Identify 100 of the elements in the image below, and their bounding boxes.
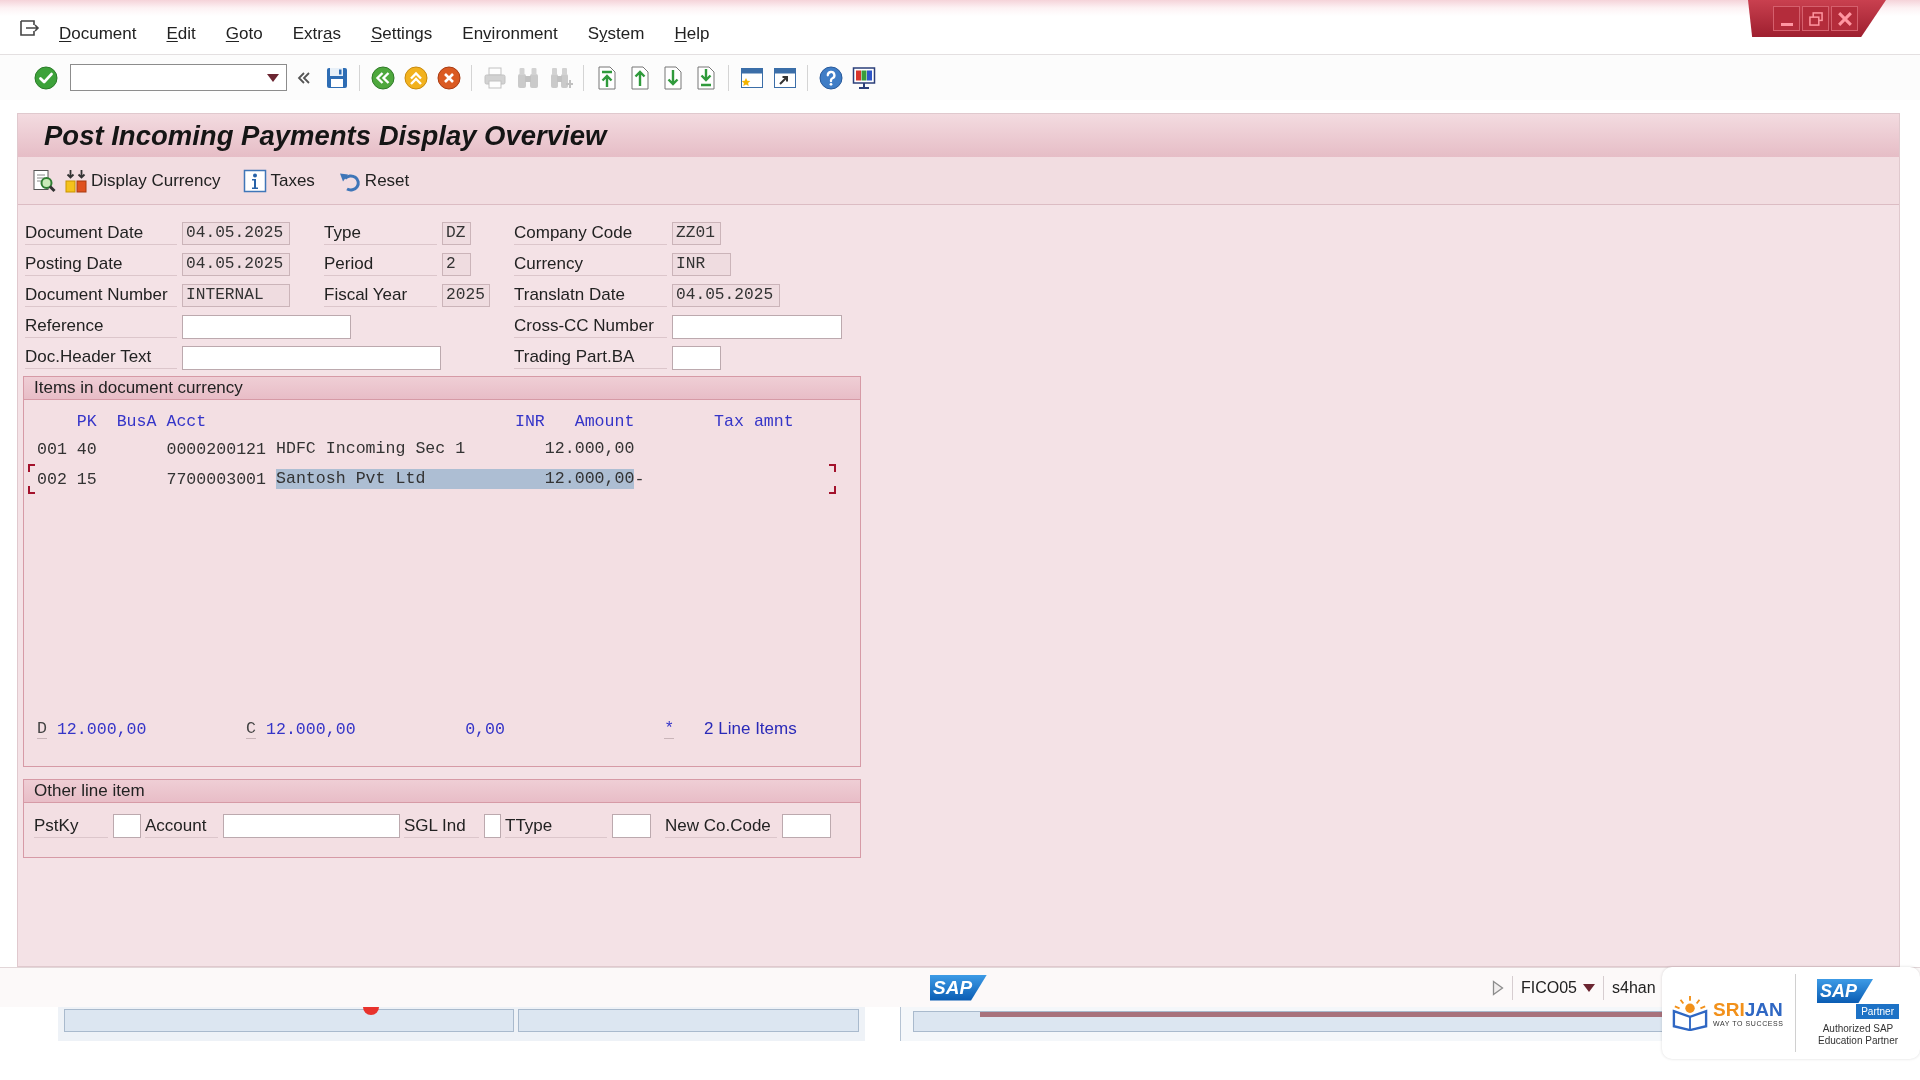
table-cell: - xyxy=(634,469,645,489)
balance-status: * xyxy=(664,719,675,739)
column-header: PK xyxy=(76,411,98,431)
field-label: Posting Date xyxy=(25,253,177,276)
column-header: BusA xyxy=(116,411,158,431)
display-currency-button[interactable]: Display Currency xyxy=(64,168,221,193)
table-cell-text: 001 xyxy=(37,439,68,459)
menu-item[interactable]: Help xyxy=(674,24,710,44)
table-row[interactable]: 002 15 7700003001 Santosh Pvt Ltd 12.000,00- xyxy=(28,464,836,494)
input-field[interactable] xyxy=(223,814,400,838)
caret-icon[interactable] xyxy=(267,73,279,82)
triangle-icon[interactable] xyxy=(1492,979,1504,996)
field-label: Reference xyxy=(25,315,177,338)
field-label: Cross-CC Number xyxy=(514,315,667,338)
cancel-icon xyxy=(436,65,461,90)
input-field[interactable] xyxy=(612,814,651,838)
input-field[interactable] xyxy=(672,314,842,339)
monitor-icon xyxy=(851,65,876,90)
field-label: PstKy xyxy=(34,814,108,838)
screen-title: Post Incoming Payments Display Overview xyxy=(44,119,607,152)
field-label: Translatn Date xyxy=(514,284,667,307)
menu-item[interactable]: Goto xyxy=(225,24,263,44)
command-field[interactable] xyxy=(70,64,287,91)
field-label: Company Code xyxy=(514,222,667,245)
document-magnifier-icon xyxy=(32,168,56,193)
sap-logo: SAP xyxy=(930,974,987,1001)
output-field: DZ xyxy=(442,222,471,245)
field-label: Currency xyxy=(514,253,667,276)
table-cell-text: 002 xyxy=(37,469,68,489)
table-cell-text: 40 xyxy=(76,439,98,459)
table-cell: Santosh Pvt Ltd xyxy=(275,469,545,489)
up-chevrons-icon xyxy=(403,65,428,90)
binoculars-icon xyxy=(515,65,540,90)
input-field[interactable] xyxy=(113,814,141,838)
printer-icon xyxy=(482,65,507,90)
taxes-button[interactable]: Taxes xyxy=(243,168,315,193)
minimize-icon xyxy=(1780,22,1793,26)
sap-logo: SAP xyxy=(1817,979,1873,1003)
field-label: Fiscal Year xyxy=(324,284,437,307)
caret-icon[interactable] xyxy=(1583,983,1595,992)
input-field[interactable] xyxy=(672,345,721,370)
field-label: SGL Ind xyxy=(404,814,479,838)
column-header: Acct xyxy=(166,411,208,431)
field-label: Type xyxy=(324,222,437,245)
input-field[interactable] xyxy=(782,814,831,838)
overview-button[interactable] xyxy=(32,168,56,193)
binoculars-plus-icon xyxy=(548,65,573,90)
column-header: Amount xyxy=(573,411,635,431)
field-label: New Co.Code xyxy=(665,814,777,838)
table-cell: 12.000,00 xyxy=(544,469,635,489)
restore-button[interactable] xyxy=(1802,6,1829,31)
debit-total: 12.000,00 xyxy=(56,719,147,739)
menu-item[interactable]: System xyxy=(587,24,645,44)
input-field[interactable] xyxy=(182,345,441,370)
close-icon xyxy=(1837,11,1852,26)
arrows-boxes-icon xyxy=(64,168,88,193)
menu-item[interactable]: Environment xyxy=(462,24,558,44)
minimize-button[interactable] xyxy=(1773,6,1800,31)
field-label: Period xyxy=(324,253,437,276)
partner-label: Partner xyxy=(1856,1004,1899,1019)
table-cell: 12.000,00 xyxy=(544,439,635,459)
output-field: 2 xyxy=(442,253,471,276)
line-item-count: 2 Line Items xyxy=(704,719,798,739)
menu-item[interactable]: Document xyxy=(59,24,137,44)
output-field: 04.05.2025 xyxy=(182,222,290,245)
field-label: Account xyxy=(145,814,218,838)
balance-total: 0,00 xyxy=(465,719,505,739)
group-title: Items in document currency xyxy=(24,377,860,400)
input-field[interactable] xyxy=(182,314,351,339)
transaction-code: FICO05 xyxy=(1521,978,1577,997)
window-menu-icon[interactable] xyxy=(20,20,40,36)
field-label: TType xyxy=(505,814,607,838)
field-label: Doc.Header Text xyxy=(25,346,177,369)
info-icon xyxy=(243,168,268,193)
menu-item[interactable]: Settings xyxy=(370,24,433,44)
table-row[interactable]: 001 40 0000200121 HDFC Incoming Sec 1 12.000,00 xyxy=(28,434,836,464)
output-field: INTERNAL xyxy=(182,284,290,307)
menu-item[interactable]: Edit xyxy=(166,24,196,44)
table-cell-text: 7700003001 xyxy=(166,469,268,489)
field-label: Document Date xyxy=(25,222,177,245)
check-icon xyxy=(33,65,58,90)
reset-button[interactable]: Reset xyxy=(337,168,410,193)
table-cell-text: 0000200121 xyxy=(166,439,268,459)
output-field: 04.05.2025 xyxy=(672,284,780,307)
column-header: Tax amnt xyxy=(714,411,794,431)
output-field: INR xyxy=(672,253,731,276)
caption: Authorized SAP Education Partner xyxy=(1816,1023,1900,1047)
help-icon xyxy=(818,65,843,90)
credit-total: 12.000,00 xyxy=(266,719,356,739)
book-sun-icon xyxy=(1671,995,1709,1031)
menu-item[interactable]: Extras xyxy=(292,24,341,44)
output-field: 04.05.2025 xyxy=(182,253,290,276)
field-label: Trading Part.BA xyxy=(514,346,667,369)
back-icon xyxy=(370,65,395,90)
close-button[interactable] xyxy=(1831,6,1858,31)
input-field[interactable] xyxy=(484,814,501,838)
brand-name: SRIJAN xyxy=(1713,999,1784,1020)
credit-label: C xyxy=(246,719,257,739)
column-header: INR xyxy=(514,411,545,431)
output-field: 2025 xyxy=(442,284,490,307)
